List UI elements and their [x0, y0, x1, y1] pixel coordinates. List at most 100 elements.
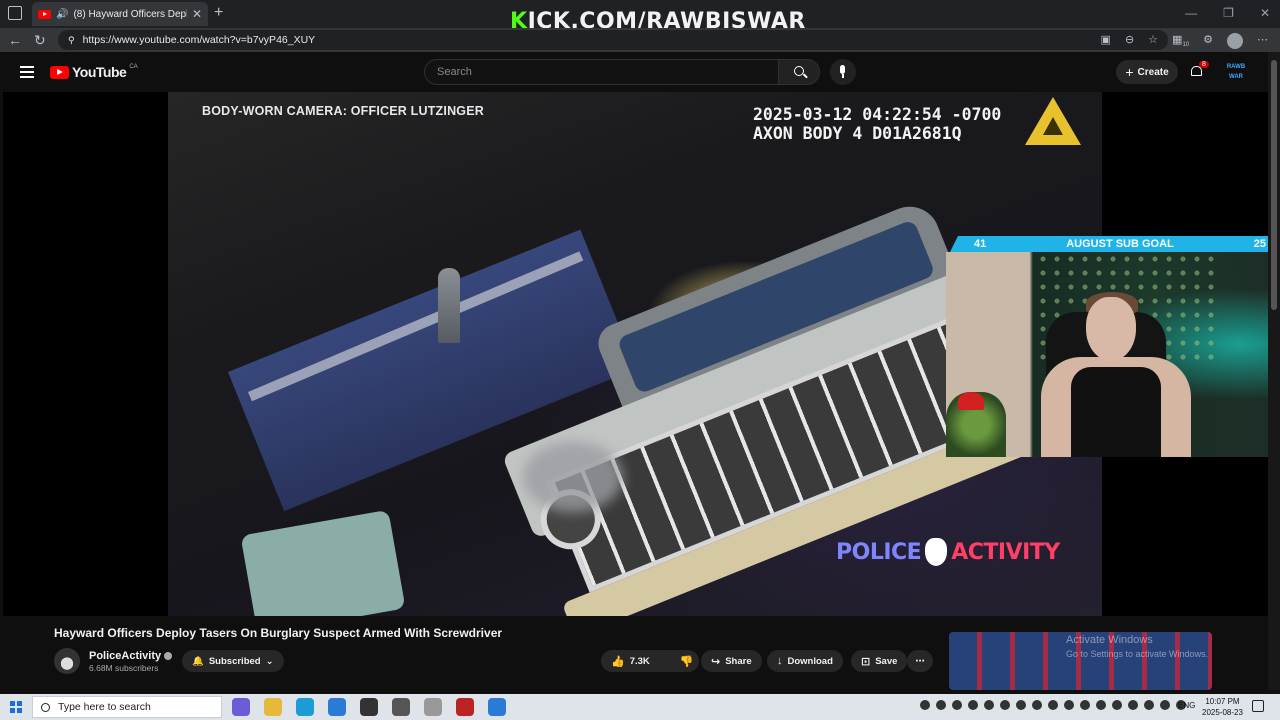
- system-tray: [920, 700, 1186, 710]
- thumbs-up-icon: 👍: [611, 655, 625, 668]
- share-button[interactable]: ↪ Share: [701, 650, 762, 672]
- taskbar-clock[interactable]: 10:07 PM 2025-08-23: [1202, 696, 1243, 718]
- download-button[interactable]: ↓ Download: [767, 650, 843, 672]
- police-activity-watermark: POLICE ACTIVITY: [836, 538, 1060, 566]
- windows-taskbar: Type here to search ENG 10:07 PM 2025-08-…: [0, 694, 1280, 720]
- search-input[interactable]: Search: [424, 59, 780, 85]
- bell-icon: 🔔: [192, 655, 204, 667]
- tray-icon[interactable]: [1032, 700, 1042, 710]
- tray-icon[interactable]: [984, 700, 994, 710]
- person-silhouette: [438, 268, 460, 343]
- windows-start-icon[interactable]: [10, 701, 22, 713]
- browser-menu-icon[interactable]: ⋯: [1257, 33, 1268, 49]
- channel-avatar[interactable]: [54, 648, 80, 674]
- maximize-button[interactable]: ❐: [1223, 6, 1234, 20]
- create-button[interactable]: + Create: [1116, 60, 1178, 84]
- profile-avatar[interactable]: [1227, 33, 1243, 49]
- extensions-icon[interactable]: ▦10: [1172, 33, 1189, 49]
- youtube-favicon-icon: [38, 9, 51, 19]
- app-icon[interactable]: [232, 698, 250, 716]
- tray-icon[interactable]: [1048, 700, 1058, 710]
- tray-icon[interactable]: [1016, 700, 1026, 710]
- webcam-overlay: [946, 252, 1280, 457]
- tray-icon[interactable]: [1112, 700, 1122, 710]
- minimize-button[interactable]: —: [1185, 6, 1197, 20]
- like-button[interactable]: 👍 7.3K: [601, 650, 660, 672]
- search-icon: [794, 66, 804, 76]
- shield-icon: [925, 538, 948, 566]
- app-available-icon[interactable]: ▣: [1101, 33, 1111, 49]
- tab-actions-icon[interactable]: [8, 6, 22, 20]
- app-icon[interactable]: [488, 698, 506, 716]
- address-bar-row: ← ↻ ⚲ https://www.youtube.com/watch?v=b7…: [0, 28, 1280, 52]
- camera-label: BODY-WORN CAMERA: OFFICER LUTZINGER: [202, 104, 484, 118]
- search-icon: [41, 702, 50, 712]
- plus-icon: +: [1125, 64, 1134, 80]
- taskbar-search-input[interactable]: Type here to search: [32, 696, 222, 718]
- notification-center-icon[interactable]: [1252, 700, 1264, 712]
- new-tab-button[interactable]: +: [214, 4, 223, 22]
- app-icon[interactable]: [328, 698, 346, 716]
- settings-icon[interactable]: [392, 698, 410, 716]
- youtube-play-icon: [50, 65, 69, 79]
- pinned-apps: [232, 698, 506, 716]
- notifications-button[interactable]: 8: [1190, 61, 1209, 79]
- share-icon: ↪: [711, 655, 721, 668]
- save-button[interactable]: ⊡ Save: [851, 650, 908, 672]
- file-explorer-icon[interactable]: [264, 698, 282, 716]
- channel-name[interactable]: PoliceActivity: [89, 650, 173, 662]
- activate-windows-watermark: Activate Windows Go to Settings to activa…: [1066, 634, 1209, 659]
- reload-icon[interactable]: ↻: [34, 32, 46, 49]
- subscriber-count: 6.68M subscribers: [89, 663, 159, 673]
- tray-icon[interactable]: [952, 700, 962, 710]
- speaker-icon[interactable]: 🔊: [56, 9, 68, 20]
- browser-tab[interactable]: 🔊 (8) Hayward Officers Deploy ✕: [32, 2, 208, 26]
- back-arrow-icon[interactable]: ←: [8, 32, 22, 48]
- dislike-button[interactable]: 👎: [670, 650, 704, 672]
- edge-icon[interactable]: [296, 698, 314, 716]
- toolbar-icons: ▣ ⊖ ☆ ▦10 ⚙ ⋯: [1101, 33, 1268, 49]
- tray-icon[interactable]: [936, 700, 946, 710]
- tray-icon[interactable]: [1144, 700, 1154, 710]
- account-avatar[interactable]: RAWB WAR: [1226, 62, 1246, 82]
- youtube-header: YouTube CA Search + Create 8 RAWB WAR: [0, 52, 1280, 92]
- scrollbar-thumb[interactable]: [1271, 60, 1277, 310]
- subscribed-button[interactable]: 🔔 Subscribed ⌄: [182, 650, 284, 672]
- search-button[interactable]: [778, 59, 820, 85]
- site-info-icon[interactable]: ⚲: [68, 35, 75, 46]
- tray-icon[interactable]: [1064, 700, 1074, 710]
- tray-icon[interactable]: [1128, 700, 1138, 710]
- browser-extensions-icon[interactable]: ⚙: [1203, 33, 1213, 49]
- tray-icon[interactable]: [1000, 700, 1010, 710]
- tray-icon[interactable]: [1096, 700, 1106, 710]
- app-icon[interactable]: [424, 698, 442, 716]
- more-actions-button[interactable]: ⋯: [907, 650, 933, 672]
- browser-tab-bar: 🔊 (8) Hayward Officers Deploy ✕ + KICK.C…: [0, 0, 1280, 34]
- favorite-star-icon[interactable]: ☆: [1148, 33, 1158, 49]
- url-text: https://www.youtube.com/watch?v=b7vyP46_…: [82, 34, 316, 46]
- language-indicator[interactable]: ENG: [1178, 701, 1195, 710]
- tray-icon[interactable]: [920, 700, 930, 710]
- bookmark-icon: ⊡: [861, 655, 871, 668]
- app-icon[interactable]: [360, 698, 378, 716]
- channel-row: PoliceActivity 6.68M subscribers 🔔 Subsc…: [54, 647, 954, 675]
- close-tab-icon[interactable]: ✕: [192, 7, 202, 21]
- menu-icon[interactable]: [20, 66, 34, 78]
- foreground-object: [240, 509, 406, 616]
- url-field[interactable]: ⚲ https://www.youtube.com/watch?v=b7vyP4…: [58, 30, 1168, 50]
- tray-icon[interactable]: [968, 700, 978, 710]
- youtube-logo[interactable]: YouTube CA: [50, 64, 138, 80]
- page-scrollbar[interactable]: [1268, 52, 1280, 690]
- zoom-icon[interactable]: ⊖: [1125, 33, 1134, 49]
- chevron-down-icon: ⌄: [265, 655, 274, 667]
- tray-icon[interactable]: [1160, 700, 1170, 710]
- tab-title: (8) Hayward Officers Deploy: [73, 8, 187, 20]
- close-window-button[interactable]: ✕: [1260, 6, 1270, 20]
- blurred-region: [523, 442, 623, 512]
- sub-goal-bar: 41 AUGUST SUB GOAL 25: [950, 236, 1280, 252]
- download-icon: ↓: [777, 655, 783, 667]
- verified-icon: [164, 652, 173, 661]
- tray-icon[interactable]: [1080, 700, 1090, 710]
- voice-search-button[interactable]: [830, 59, 856, 85]
- app-icon[interactable]: [456, 698, 474, 716]
